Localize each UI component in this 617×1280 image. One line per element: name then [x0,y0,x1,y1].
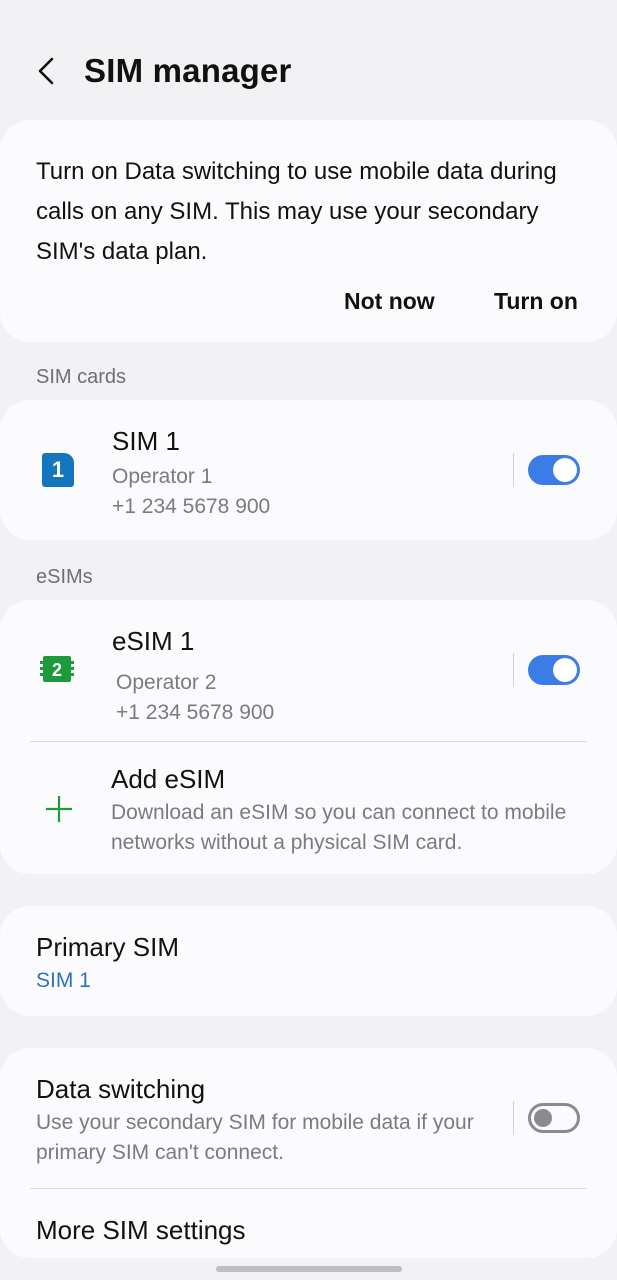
sim1-operator: Operator 1 [112,465,213,488]
plus-icon [46,796,72,822]
esim1-toggle[interactable] [528,655,580,685]
data-switching-toggle[interactable] [528,1103,580,1133]
esim1-name: eSIM 1 [112,626,195,656]
data-settings-card: Data switching Use your secondary SIM fo… [0,1048,617,1258]
app-header: SIM manager [0,40,617,104]
primary-sim-value: SIM 1 [36,969,91,992]
esim1-number: +1 234 5678 900 [116,701,275,724]
more-sim-settings-title: More SIM settings [36,1215,246,1245]
divider [513,653,514,687]
toggle-knob [553,658,577,682]
back-arrow-icon[interactable] [30,54,64,88]
esim-badge: 2 [52,660,62,680]
sim1-name: SIM 1 [112,426,180,456]
not-now-button[interactable]: Not now [344,288,435,315]
sim1-row[interactable]: 1 SIM 1 Operator 1 +1 234 5678 900 [0,400,617,540]
data-switching-title: Data switching [36,1074,206,1104]
sim1-toggle[interactable] [528,455,580,485]
divider [513,1101,514,1135]
primary-sim-row[interactable]: Primary SIM SIM 1 [0,906,617,1016]
page-title: SIM manager [84,52,292,89]
esim1-row[interactable]: 2 eSIM 1 Operator 2 +1 234 5678 900 [0,600,617,740]
add-esim-title: Add eSIM [111,764,226,794]
home-indicator [216,1266,402,1272]
add-esim-row[interactable]: Add eSIM Download an eSIM so you can con… [0,742,617,874]
esim-card: 2 eSIM 1 Operator 2 +1 234 5678 900 Add … [0,600,617,874]
turn-on-button[interactable]: Turn on [494,288,578,315]
primary-sim-title: Primary SIM [36,932,179,962]
data-switching-banner: Turn on Data switching to use mobile dat… [0,120,617,342]
add-esim-description: Download an eSIM so you can connect to m… [111,801,567,854]
esim-chip-icon: 2 [40,656,74,682]
toggle-knob [534,1109,552,1127]
sim-card-icon: 1 [42,453,74,487]
data-switching-description: Use your secondary SIM for mobile data i… [36,1111,474,1164]
banner-message: Turn on Data switching to use mobile dat… [36,158,557,265]
divider [513,453,514,487]
esim1-operator: Operator 2 [116,671,217,694]
esims-section-label: eSIMs [36,566,93,588]
data-switching-row[interactable]: Data switching Use your secondary SIM fo… [0,1048,617,1188]
sim1-number: +1 234 5678 900 [112,495,271,518]
more-sim-settings-row[interactable]: More SIM settings [0,1189,617,1258]
toggle-knob [553,458,577,482]
sim-cards-section-label: SIM cards [36,366,127,388]
